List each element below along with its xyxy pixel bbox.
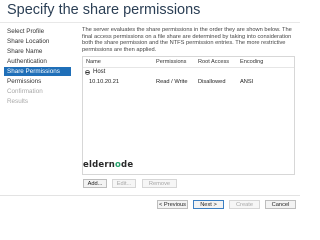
nav-item-select-profile[interactable]: Select Profile (7, 27, 44, 36)
add-button[interactable]: Add... (83, 179, 107, 188)
eldernode-watermark: eldernode (83, 160, 134, 170)
cell-permissions[interactable]: Read / Write (156, 79, 188, 85)
nav-item-share-permissions[interactable]: Share Permissions (4, 67, 71, 76)
collapse-icon[interactable] (85, 69, 90, 75)
cancel-button[interactable]: Cancel (265, 200, 296, 209)
column-header-permissions[interactable]: Permissions (156, 59, 186, 65)
next-button[interactable]: Next > (193, 200, 224, 209)
title-divider (0, 22, 300, 23)
nav-item-confirmation: Confirmation (7, 88, 43, 95)
column-header-root-access[interactable]: Root Access (198, 59, 229, 65)
cell-root-access[interactable]: Disallowed (198, 79, 226, 85)
remove-button: Remove (142, 179, 177, 188)
cell-name[interactable]: 10.10.20.21 (89, 79, 119, 85)
footer-divider (0, 195, 300, 196)
previous-button[interactable]: < Previous (157, 200, 188, 209)
nav-item-results: Results (7, 98, 28, 105)
nav-item-permissions[interactable]: Permissions (7, 77, 41, 86)
nav-item-share-name[interactable]: Share Name (7, 47, 42, 56)
cell-encoding[interactable]: ANSI (240, 79, 253, 85)
group-row-host[interactable]: Host (85, 69, 105, 75)
create-button: Create (229, 200, 260, 209)
description-text: The server evaluates the share permissio… (82, 27, 292, 53)
page-title: Specify the share permissions (7, 2, 201, 18)
header-divider (83, 67, 294, 68)
nav-item-share-location[interactable]: Share Location (7, 37, 49, 46)
permissions-table[interactable]: Name Permissions Root Access Encoding Ho… (82, 56, 295, 175)
group-label: Host (93, 69, 106, 75)
column-header-name[interactable]: Name (86, 59, 101, 65)
edit-button: Edit... (112, 179, 136, 188)
column-header-encoding[interactable]: Encoding (240, 59, 263, 65)
nav-item-authentication[interactable]: Authentication (7, 57, 47, 66)
